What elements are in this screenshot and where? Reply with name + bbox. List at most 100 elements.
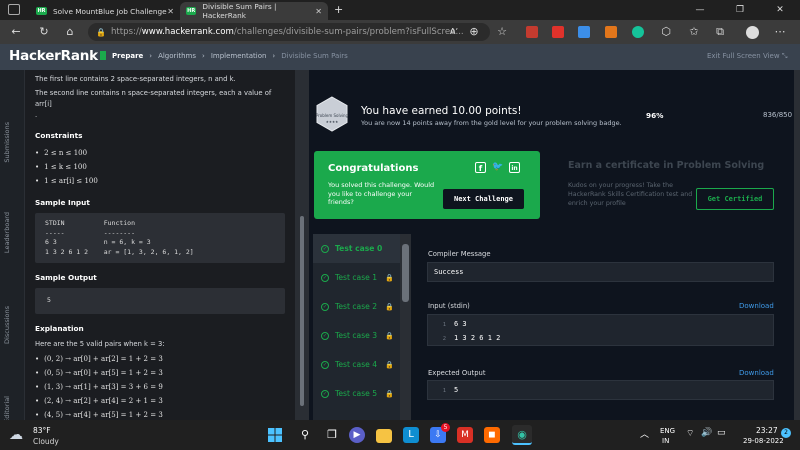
facebook-icon[interactable]: f [475, 162, 486, 173]
language-region[interactable]: IN [662, 437, 669, 445]
testcase-2[interactable]: ✓ Test case 2 🔒 [313, 292, 400, 321]
testcase-0[interactable]: ✓ Test case 0 [313, 234, 400, 263]
read-aloud-icon[interactable]: Aʼ [446, 24, 462, 40]
lock-icon: 🔒 [385, 331, 394, 340]
extension-icon[interactable] [578, 26, 590, 38]
left-scrollbar-thumb[interactable] [300, 216, 304, 406]
expected-output-box: 15 [427, 380, 774, 400]
profile-avatar[interactable] [746, 26, 759, 39]
windows-start-icon[interactable] [268, 428, 282, 442]
twitter-icon[interactable]: 🐦 [492, 162, 503, 173]
points-earned-subtitle: You are now 14 points away from the gold… [361, 119, 622, 127]
zoom-icon[interactable]: ⊕ [466, 24, 482, 40]
linkedin-icon[interactable]: in [509, 162, 520, 173]
extension-icon[interactable] [526, 26, 538, 38]
sample-input-code: STDIN Function ----- -------- 6 3 n = 6,… [35, 213, 285, 263]
constraint-item: 2 ≤ n ≤ 100 [35, 146, 285, 160]
breadcrumb-implementation[interactable]: Implementation [211, 52, 267, 60]
teams-chat-icon[interactable]: ▶ [349, 427, 365, 443]
minimize-button[interactable]: — [680, 0, 720, 20]
letter-l-app-icon[interactable]: L [403, 427, 419, 443]
progress-percent: 96% [646, 111, 664, 120]
refresh-icon[interactable]: ↻ [36, 24, 52, 40]
close-tab-icon[interactable]: ✕ [315, 7, 322, 16]
check-circle-icon: ✓ [321, 244, 329, 253]
testcase-label: Test case 3 [335, 331, 378, 340]
input-stdin-box: 1 6 3 2 1 3 2 6 1 2 [427, 314, 774, 346]
next-challenge-button[interactable]: Next Challenge [443, 189, 524, 209]
hackerrank-favicon-icon: HR [36, 7, 47, 15]
tab-actions-icon[interactable] [8, 4, 20, 15]
new-tab-button[interactable]: + [334, 3, 343, 16]
sidebar-tab-submissions[interactable]: Submissions [3, 122, 11, 163]
breadcrumb-prepare[interactable]: Prepare [112, 52, 143, 60]
task-view-icon[interactable]: ❐ [322, 425, 342, 445]
search-icon[interactable]: ⚲ [295, 425, 315, 445]
testcase-label: Test case 1 [335, 273, 378, 282]
exit-fullscreen-link[interactable]: Exit Full Screen View ⤡ [707, 52, 787, 61]
volume-icon[interactable]: 🔊 [701, 428, 712, 438]
favorites-bar-icon[interactable]: ✩ [686, 24, 702, 40]
testcase-4[interactable]: ✓ Test case 4 🔒 [313, 350, 400, 379]
url-path: /challenges/divisible-sum-pairs/problem?… [233, 27, 464, 37]
hackerrank-favicon-icon: HR [186, 7, 197, 15]
chevron-up-icon[interactable]: ︿ [640, 427, 649, 440]
hackerrank-logo[interactable]: HackerRank [9, 48, 106, 64]
maximize-button[interactable]: ❐ [720, 0, 760, 20]
sidebar-tab-editorial[interactable]: Editorial [3, 396, 11, 423]
testcase-label: Test case 0 [335, 244, 383, 253]
favorite-icon[interactable]: ☆ [494, 24, 510, 40]
weather-temperature[interactable]: 83°F [33, 426, 51, 435]
check-circle-icon: ✓ [321, 302, 329, 311]
back-arrow-icon[interactable]: ← [8, 24, 24, 40]
sidebar-tab-leaderboard[interactable]: Leaderboard [3, 212, 11, 253]
extension-icon[interactable] [552, 26, 564, 38]
get-certified-button[interactable]: Get Certified [696, 188, 774, 210]
browser-tab-divisible-sum-pairs[interactable]: HR Divisible Sum Pairs | HackerRank ✕ [180, 2, 328, 20]
cloud-icon[interactable]: ☁ [9, 427, 23, 443]
grammarly-icon[interactable] [632, 26, 644, 38]
testcase-5[interactable]: ✓ Test case 5 🔒 [313, 379, 400, 408]
expected-output-label: Expected Output [428, 369, 486, 377]
points-earned-title: You have earned 10.00 points! [361, 105, 522, 117]
language-indicator[interactable]: ENG [660, 427, 675, 435]
download-input-link[interactable]: Download [739, 302, 774, 310]
weather-condition[interactable]: Cloudy [33, 437, 59, 446]
testcase-label: Test case 4 [335, 360, 378, 369]
lock-icon: 🔒 [96, 27, 106, 37]
check-circle-icon: ✓ [321, 273, 329, 282]
chevron-right-icon: › [272, 52, 276, 60]
more-menu-icon[interactable]: ⋯ [772, 24, 788, 40]
line-number: 1 [442, 388, 446, 394]
close-tab-icon[interactable]: ✕ [167, 7, 174, 16]
sidebar-tab-discussions[interactable]: Discussions [3, 306, 11, 344]
fullscreen-exit-icon: ⤡ [781, 52, 788, 60]
office-icon[interactable]: ◼ [484, 427, 500, 443]
tab-title: Solve MountBlue Job Challenge [53, 6, 167, 16]
edge-browser-icon[interactable]: ◉ [512, 425, 532, 445]
mcafee-icon[interactable]: M [457, 427, 473, 443]
address-bar[interactable]: 🔒 https:// www.hackerrank.com /challenge… [88, 23, 490, 41]
home-icon[interactable]: ⌂ [62, 24, 78, 40]
congratulations-body: You solved this challenge. Would you lik… [328, 181, 435, 207]
testcase-1[interactable]: ✓ Test case 1 🔒 [313, 263, 400, 292]
collections-icon[interactable]: ⧉ [712, 24, 728, 40]
testcase-3[interactable]: ✓ Test case 3 🔒 [313, 321, 400, 350]
download-expected-link[interactable]: Download [739, 369, 774, 377]
right-scrollbar[interactable] [794, 70, 800, 420]
testcase-scrollbar-thumb[interactable] [402, 244, 409, 302]
extensions-icon[interactable]: ⬡ [658, 24, 674, 40]
breadcrumb-algorithms[interactable]: Algorithms [158, 52, 196, 60]
close-window-button[interactable]: ✕ [760, 0, 800, 20]
file-explorer-icon[interactable] [376, 429, 392, 443]
certificate-body: Kudos on your progress! Take the HackerR… [568, 182, 693, 207]
notification-center-icon[interactable]: 2 [781, 428, 791, 438]
metamask-icon[interactable] [605, 26, 617, 38]
badge-stars: ★★★★ [326, 120, 339, 124]
input-line: 1 6 3 [432, 318, 769, 332]
wifi-icon[interactable]: ⌔ [686, 428, 694, 439]
clock-date[interactable]: 29-08-2022 [743, 437, 784, 445]
battery-icon[interactable]: ▭ [717, 428, 726, 438]
clock-time[interactable]: 23:27 [756, 426, 778, 435]
browser-tab-mountblue[interactable]: HR Solve MountBlue Job Challenge ✕ [30, 2, 180, 20]
